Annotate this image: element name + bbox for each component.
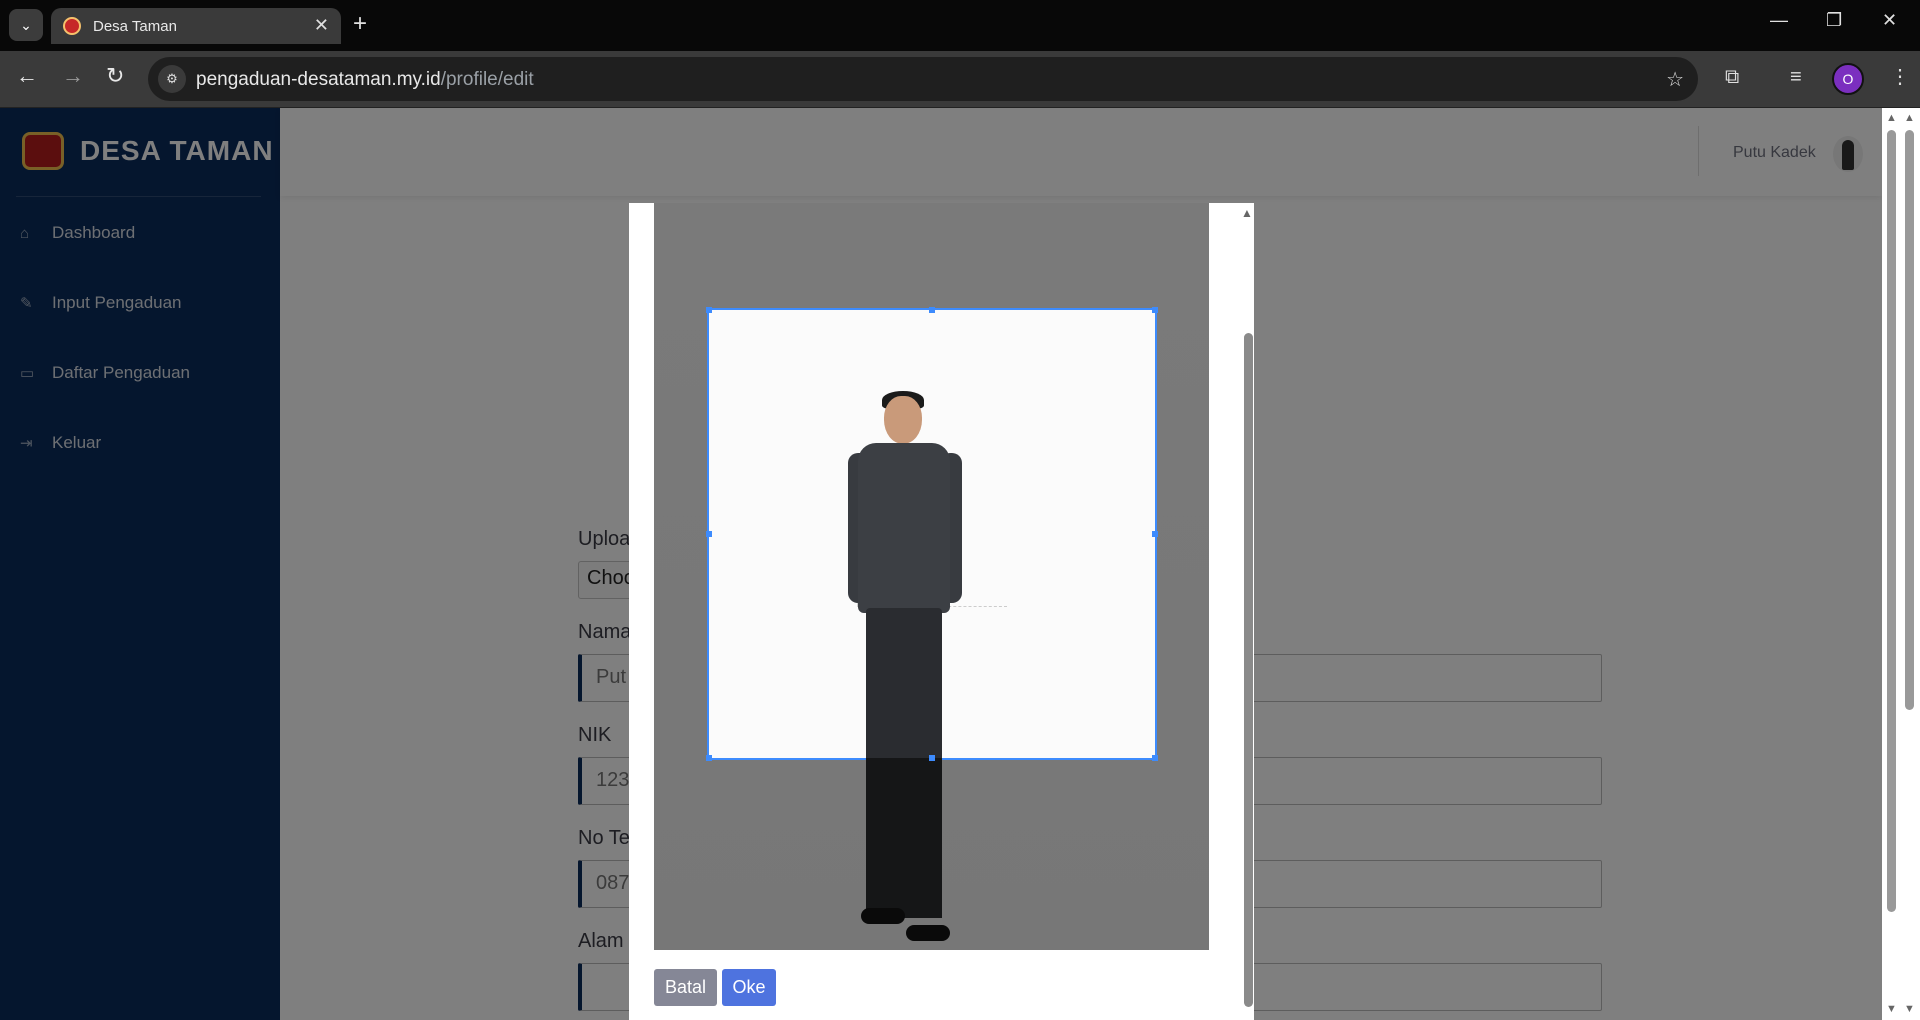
crop-handle-e[interactable] (1152, 531, 1158, 537)
browser-toolbar: ← → ↻ ⚙ pengaduan-desataman.my.id/profil… (0, 51, 1920, 108)
page-scrollbar[interactable]: ▲ ▲ ▼ ▼ (1882, 108, 1920, 1020)
minimize-icon[interactable]: — (1770, 10, 1788, 31)
modal-scroll-up-icon[interactable]: ▲ (1241, 206, 1253, 220)
forward-icon[interactable]: → (62, 65, 84, 87)
crop-handle-sw[interactable] (706, 755, 712, 761)
person-shoe-left (861, 908, 905, 924)
crop-handle-nw[interactable] (706, 307, 712, 313)
profile-avatar[interactable]: O (1832, 63, 1864, 95)
ok-button[interactable]: Oke (722, 969, 776, 1006)
cancel-button[interactable]: Batal (654, 969, 717, 1006)
scroll-down-icon[interactable]: ▼ (1886, 1003, 1897, 1015)
back-icon[interactable]: ← (16, 65, 38, 87)
scroll-down-icon[interactable]: ▼ (1904, 1003, 1915, 1015)
page-scrollbar-thumb-secondary[interactable] (1905, 130, 1914, 710)
new-tab-button[interactable]: + (353, 12, 367, 36)
scroll-up-icon[interactable]: ▲ (1886, 112, 1897, 124)
modal-scrollbar-thumb[interactable] (1244, 333, 1253, 1007)
close-tab-icon[interactable]: ✕ (314, 15, 329, 36)
person-legs-outside-crop (866, 758, 942, 918)
crop-handle-ne[interactable] (1152, 307, 1158, 313)
person-head (884, 396, 922, 444)
media-control-icon[interactable]: ≡ (1790, 67, 1802, 87)
restore-icon[interactable]: ❐ (1826, 10, 1842, 31)
page-scrollbar-thumb[interactable] (1887, 130, 1896, 912)
url-domain: pengaduan-desataman.my.id (196, 69, 441, 90)
tab-search-button[interactable]: ⌄ (9, 9, 43, 41)
extensions-icon[interactable]: ⧉ (1725, 67, 1739, 87)
crop-handle-s[interactable] (929, 755, 935, 761)
crop-modal: + Batal Oke ▲ ▼ (629, 203, 1254, 1020)
person-torso (858, 443, 950, 613)
crop-handle-w[interactable] (706, 531, 712, 537)
site-info-icon[interactable]: ⚙ (158, 65, 186, 93)
more-menu-icon[interactable]: ⋮ (1890, 67, 1910, 87)
reload-icon[interactable]: ↻ (106, 65, 124, 87)
tab-title: Desa Taman (93, 17, 177, 35)
person-shoe-right (906, 925, 950, 941)
web-page: DESA TAMAN ⌂ Dashboard ✎ Input Pengaduan… (0, 108, 1882, 1020)
browser-tab[interactable]: Desa Taman ✕ (51, 8, 341, 44)
url-path: /profile/edit (440, 69, 534, 90)
crop-handle-se[interactable] (1152, 755, 1158, 761)
bookmark-star-icon[interactable]: ☆ (1666, 67, 1684, 92)
browser-tabstrip: ⌄ Desa Taman ✕ + — ❐ ✕ (0, 0, 1920, 51)
close-window-icon[interactable]: ✕ (1882, 10, 1897, 31)
address-bar[interactable]: ⚙ pengaduan-desataman.my.id/profile/edit… (148, 57, 1698, 101)
favicon-icon (63, 17, 81, 35)
scroll-up-icon[interactable]: ▲ (1904, 112, 1915, 124)
crop-handle-n[interactable] (929, 307, 935, 313)
crop-canvas[interactable]: + (654, 203, 1209, 950)
url-text[interactable]: pengaduan-desataman.my.id/profile/edit (196, 69, 534, 91)
